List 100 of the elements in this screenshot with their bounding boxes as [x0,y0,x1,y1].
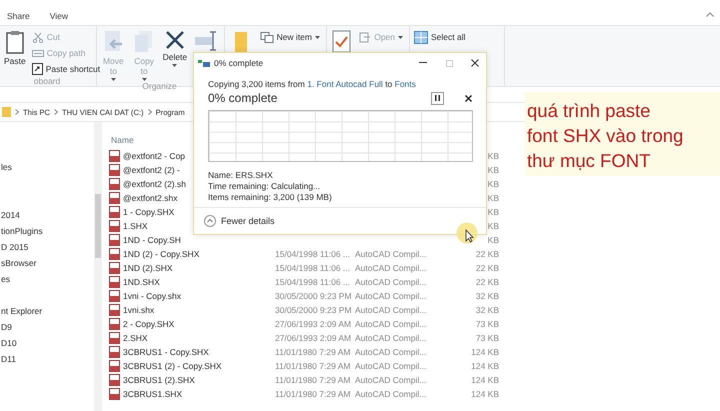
file-size: 22 KB [476,263,499,273]
file-name[interactable]: 1vni - Copy.shx [123,291,181,301]
file-name[interactable]: @extfont2 (2).sh [123,179,186,189]
cancel-button[interactable] [462,92,474,104]
file-name[interactable]: @extfont2 (2) - [123,165,180,175]
paste-shortcut-button[interactable]: Paste shortcut [32,62,100,76]
file-size: KB [488,193,499,203]
file-date: 15/04/1998 11:06 ... [275,277,350,287]
file-icon [109,388,120,400]
pause-icon [435,95,440,101]
delete-button[interactable]: Delete [162,30,188,81]
file-icon [109,206,120,218]
nav-item[interactable]: es [1,274,10,284]
scrollbar[interactable] [94,122,102,411]
caret-icon [142,78,147,81]
file-date: 11/01/1980 7:29 AM [275,389,350,399]
file-type: AutoCAD Compil... [355,347,426,357]
dialog-title: 0% complete [214,58,264,68]
file-date: 30/05/2000 9:23 PM [275,305,352,315]
copy-icon [134,30,154,54]
open-icon [359,32,372,42]
file-icon [109,290,120,302]
file-type: AutoCAD Compil... [355,389,426,399]
file-date: 30/05/2000 9:23 PM [275,291,352,301]
fewer-details-button[interactable]: Fewer details [204,215,275,227]
file-name[interactable]: 1ND.SHX [123,277,160,287]
file-name[interactable]: 3CBRUS1.SHX [123,389,182,399]
column-header[interactable]: Name [111,134,134,144]
new-item-icon [260,32,274,42]
file-icon [109,150,120,162]
file-size: 124 KB [471,375,499,385]
file-name[interactable]: 1.SHX [123,221,148,231]
file-icon [109,262,120,274]
file-name[interactable]: 1vni.shx [123,305,154,315]
nav-item[interactable]: sBrowser [1,258,36,268]
folder-icon [234,30,248,54]
nav-item[interactable]: nt Explorer [1,306,42,316]
file-type: AutoCAD Compil... [355,263,426,273]
pause-button[interactable] [431,92,444,104]
file-icon [109,360,120,372]
file-size: KB [488,221,499,231]
file-icon [109,332,120,344]
chevron-icon[interactable] [706,12,714,17]
new-item-button[interactable]: New item [260,30,320,44]
file-type: AutoCAD Compil... [355,249,426,259]
copy-progress-icon [198,59,210,67]
file-type: AutoCAD Compil... [355,361,426,371]
nav-item[interactable]: D 2015 [1,242,28,252]
file-name[interactable]: 1 - Copy.SHX [123,207,174,217]
file-type: AutoCAD Compil... [355,277,426,287]
nav-item[interactable]: 2014 [1,210,20,220]
file-size: 22 KB [476,249,499,259]
file-type: AutoCAD Compil... [355,305,426,315]
select-all-button[interactable]: Select all [414,30,466,44]
copy-summary: Copying 3,200 items from 1. Font Autocad Full to Fonts [208,79,417,89]
file-icon [109,304,120,316]
file-name[interactable]: 1ND - Copy.SH [123,235,181,245]
caret-icon [172,64,178,67]
group-label: Organize [142,81,177,91]
detail-line: Name: ERS.SHX [208,170,274,180]
paste-button[interactable]: Paste [4,30,26,76]
nav-item[interactable]: D11 [1,354,16,364]
caret-icon [315,36,320,38]
file-name[interactable]: 1ND (2).SHX [123,263,173,273]
scissors-icon [32,32,44,42]
file-icon [109,276,120,288]
file-size: KB [488,179,499,189]
file-size: KB [488,151,499,161]
file-name[interactable]: @extfont2 - Cop [123,151,186,161]
ribbon-tab[interactable]: Share [7,11,30,21]
file-icon [109,248,120,260]
file-icon [109,374,120,386]
clipboard-icon [6,30,24,54]
close-icon [464,94,472,102]
delete-icon [164,30,185,50]
file-type: AutoCAD Compil... [355,333,426,343]
nav-item[interactable]: les [1,162,12,172]
caret-icon [398,36,403,38]
file-type: AutoCAD Compil... [355,375,426,385]
rename-icon [194,30,218,52]
ribbon-tab[interactable]: View [50,11,68,21]
file-name[interactable]: 3CBRUS1 (2) - Copy.SHX [123,361,222,371]
file-type: AutoCAD Compil... [355,319,426,329]
file-name[interactable]: 2.SHX [123,333,148,343]
destination-link[interactable]: Fonts [394,79,416,89]
file-date: 11/01/1980 7:29 AM [275,375,350,385]
folder-icon [2,106,11,118]
file-name[interactable]: @extfont2.shx [123,193,178,203]
file-size: 32 KB [476,305,499,315]
file-name[interactable]: 3CBRUS1 - Copy.SHX [123,347,209,357]
nav-item[interactable]: D9 [1,322,12,332]
nav-item[interactable]: D10 [1,338,17,348]
source-link[interactable]: 1. Font Autocad Full [307,79,383,89]
file-name[interactable]: 3CBRUS1 (2).SHX [123,375,195,385]
file-name[interactable]: 2 - Copy.SHX [123,319,174,329]
file-name[interactable]: 1ND (2) - Copy.SHX [123,249,200,259]
file-size: 32 KB [476,291,499,301]
file-icon [109,346,120,358]
nav-item[interactable]: tionPlugins [1,226,43,236]
detail-line: Items remaining: 3,200 (139 MB) [208,192,333,202]
